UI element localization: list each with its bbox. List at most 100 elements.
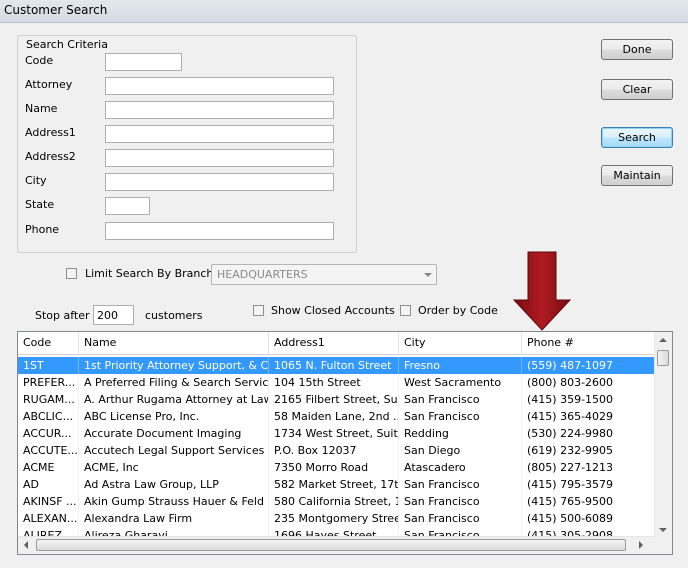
cell-name: ABC License Pro, Inc. [79,408,269,425]
cell-code: RUGAM... [18,391,79,408]
search-button[interactable]: Search [601,127,673,148]
address2-input[interactable] [105,149,334,167]
address1-input[interactable] [105,125,334,143]
table-row[interactable]: ABCLIC... ABC License Pro, Inc. 58 Maiden … [18,408,655,425]
cell-code: ABCLIC... [18,408,79,425]
order-by-code-label: Order by Code [418,304,498,317]
scroll-right-icon[interactable] [638,541,644,549]
table-row[interactable]: ALEXAN... Alexandra Law Firm 235 Montgomer… [18,510,655,527]
cell-address1: 58 Maiden Lane, 2nd ... [269,408,399,425]
attorney-input[interactable] [105,77,334,95]
cell-code: AKINSF ... [18,493,79,510]
state-input[interactable] [105,197,150,215]
scroll-up-icon[interactable] [659,337,667,343]
column-header-code[interactable]: Code [18,332,79,354]
cell-code: ACCUTE... [18,442,79,459]
attorney-label: Attorney [25,78,73,91]
customer-search-window: Customer Search Search Criteria Code Att… [0,0,688,568]
cell-code: 1ST [18,357,79,374]
cell-code: PREFER... [18,374,79,391]
state-label: State [25,198,55,211]
grid-header: Code Name Address1 City Phone # [18,332,655,355]
table-row[interactable]: AD Ad Astra Law Group, LLP 582 Market Stre… [18,476,655,493]
table-row[interactable]: ACME ACME, Inc 7350 Morro Road Atascadero (8… [18,459,655,476]
chevron-down-icon [424,273,432,277]
phone-input[interactable] [105,222,334,240]
branch-select[interactable]: HEADQUARTERS [211,264,437,285]
cell-city: San Diego [399,442,522,459]
column-header-phone[interactable]: Phone # [522,332,655,354]
cell-city: West Sacramento [399,374,522,391]
cell-address1: 2165 Filbert Street, Sui... [269,391,399,408]
name-input[interactable] [105,101,334,119]
cell-address1: 1065 N. Fulton Street [269,357,399,374]
code-label: Code [25,54,54,67]
red-down-arrow-icon [512,251,572,331]
cell-phone: (805) 227-1213 [522,459,655,476]
cell-code: AD [18,476,79,493]
cell-code: ALEXAN... [18,510,79,527]
cell-code: ACCUR... [18,425,79,442]
cell-address1: 1734 West Street, Suit... [269,425,399,442]
cell-address1: 580 California Street, 1... [269,493,399,510]
cell-city: San Francisco [399,476,522,493]
scroll-down-icon[interactable] [659,527,667,533]
column-header-address1[interactable]: Address1 [269,332,399,354]
cell-address1: 104 15th Street [269,374,399,391]
cell-address1: 235 Montgomery Stree... [269,510,399,527]
stop-after-input[interactable] [93,305,134,325]
phone-label: Phone [25,223,60,236]
search-criteria-legend: Search Criteria [25,38,109,51]
cell-city: San Francisco [399,510,522,527]
cell-phone: (559) 487-1097 [522,357,655,374]
cell-name: Accutech Legal Support Services [79,442,269,459]
city-input[interactable] [105,173,334,191]
cell-phone: (415) 795-3579 [522,476,655,493]
address1-label: Address1 [25,126,76,139]
cell-phone: (415) 365-4029 [522,408,655,425]
table-row[interactable]: AKINSF ... Akin Gump Strauss Hauer & Feld… [18,493,655,510]
cell-city: Fresno [399,357,522,374]
column-header-city[interactable]: City [399,332,522,354]
cell-name: ACME, Inc [79,459,269,476]
limit-branch-checkbox[interactable] [66,268,77,279]
cell-name: Accurate Document Imaging [79,425,269,442]
cell-city: Redding [399,425,522,442]
column-header-name[interactable]: Name [79,332,269,354]
cell-phone: (619) 232-9905 [522,442,655,459]
clear-button[interactable]: Clear [601,79,673,100]
branch-select-value: HEADQUARTERS [217,268,308,281]
customers-label: customers [145,309,203,322]
horizontal-scrollbar[interactable] [18,536,655,554]
table-row[interactable]: ACCUTE... Accutech Legal Support Services… [18,442,655,459]
code-input[interactable] [105,53,182,71]
vertical-scrollbar[interactable] [654,332,672,554]
done-button[interactable]: Done [601,39,673,60]
show-closed-checkbox[interactable] [253,305,264,316]
window-title: Customer Search [4,3,108,17]
cell-phone: (415) 359-1500 [522,391,655,408]
table-row[interactable]: RUGAM... A. Arthur Rugama Attorney at Law… [18,391,655,408]
order-by-code-checkbox[interactable] [400,305,411,316]
cell-name: 1st Priority Attorney Support, & Cour... [79,357,269,374]
cell-name: Alexandra Law Firm [79,510,269,527]
name-label: Name [25,102,58,115]
results-grid[interactable]: Code Name Address1 City Phone # 1ST 1st P… [17,331,673,555]
limit-branch-label: Limit Search By Branch [85,267,214,280]
title-bar: Customer Search [0,0,688,23]
scroll-left-icon[interactable] [23,541,29,549]
cell-city: San Francisco [399,408,522,425]
show-closed-label: Show Closed Accounts [271,304,395,317]
address2-label: Address2 [25,150,76,163]
maintain-button[interactable]: Maintain [601,165,673,186]
table-row[interactable]: PREFER... A Preferred Filing & Search Ser… [18,374,655,391]
cell-phone: (530) 224-9980 [522,425,655,442]
vertical-scroll-thumb[interactable] [657,350,669,366]
cell-address1: 582 Market Street, 17t... [269,476,399,493]
cell-city: Atascadero [399,459,522,476]
table-row[interactable]: 1ST1st Priority Attorney Support, & Cour… [18,357,655,374]
search-criteria-group [17,35,357,253]
stop-after-label: Stop after [35,309,90,322]
table-row[interactable]: ACCUR... Accurate Document Imaging 1734 We… [18,425,655,442]
horizontal-scroll-thumb[interactable] [36,539,626,551]
